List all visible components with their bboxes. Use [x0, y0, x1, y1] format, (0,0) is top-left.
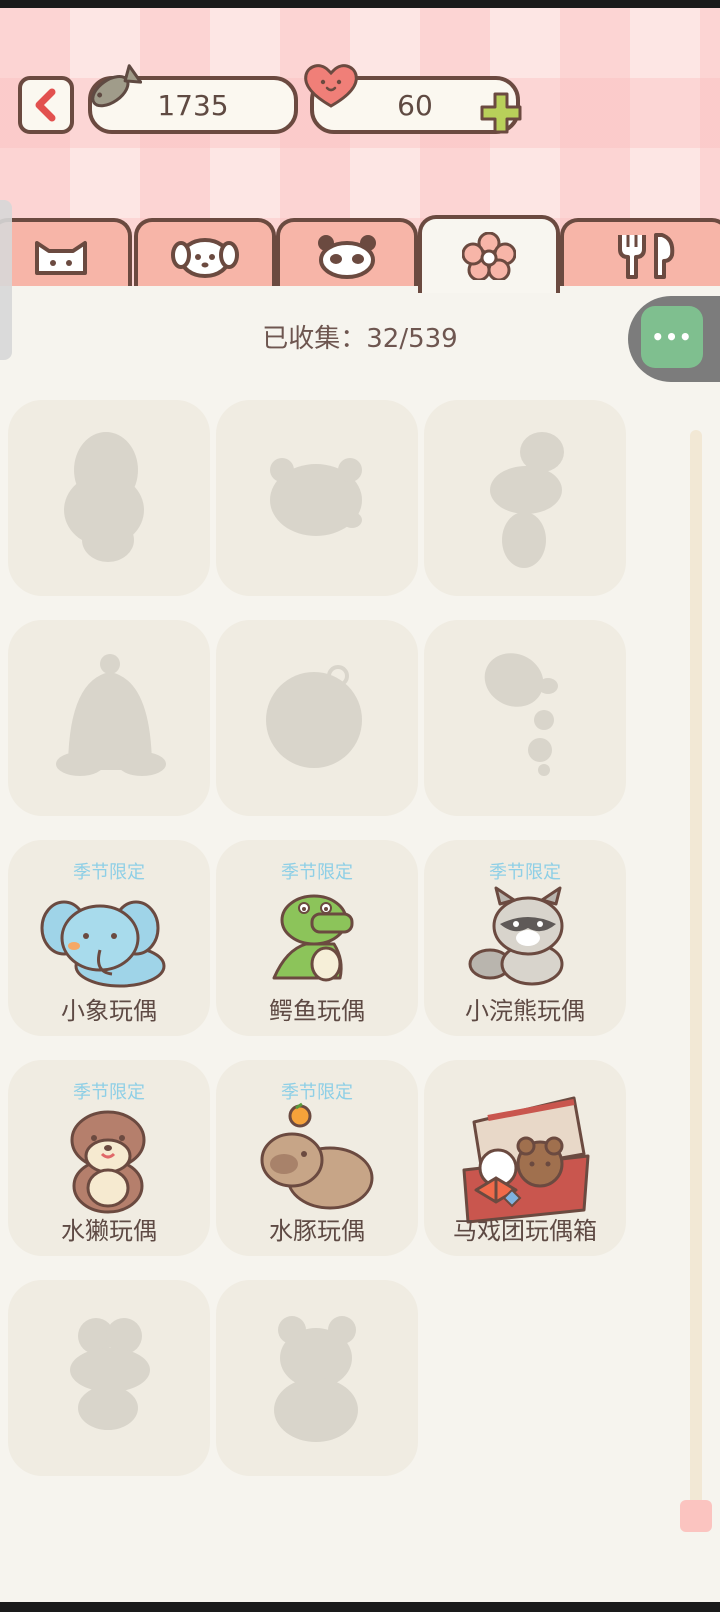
dog-face-icon — [171, 238, 239, 278]
locked-silhouette-icon — [266, 665, 362, 768]
heart-count: 60 — [397, 88, 433, 122]
scrollbar-track[interactable] — [690, 430, 702, 1530]
item-card-locked[interactable] — [8, 620, 210, 816]
chevron-left-icon — [35, 88, 56, 122]
panda-face-icon — [318, 235, 376, 279]
item-name: 小浣熊玩偶 — [465, 997, 585, 1025]
locked-silhouette-icon — [274, 1316, 358, 1442]
item-card-locked[interactable] — [424, 620, 626, 816]
item-card-locked[interactable] — [8, 400, 210, 596]
locked-silhouette-icon — [64, 432, 144, 562]
item-card-locked[interactable] — [216, 620, 418, 816]
item-card-circus-box[interactable]: 马戏团玩偶箱 — [424, 1060, 626, 1256]
collected-count: 已收集：32/539 — [262, 324, 458, 354]
item-name: 马戏团玩偶箱 — [453, 1217, 597, 1245]
item-card-otter[interactable]: 季节限定 水獭玩偶 — [8, 1060, 210, 1256]
status-bar — [0, 0, 720, 8]
item-card-locked[interactable] — [424, 400, 626, 596]
add-hearts-button[interactable] — [478, 90, 524, 136]
fish-count: 1735 — [157, 88, 229, 122]
locked-silhouette-icon — [56, 654, 166, 776]
locked-silhouette-icon — [490, 432, 564, 568]
heart-icon — [304, 64, 358, 108]
navigation-bar — [0, 1602, 720, 1612]
item-name: 小象玩偶 — [61, 997, 157, 1025]
locked-silhouette-icon — [70, 1318, 150, 1430]
item-card-raccoon[interactable]: 季节限定 小浣熊玩偶 — [424, 840, 626, 1036]
cat-face-icon — [35, 241, 87, 275]
fish-icon — [91, 64, 142, 108]
item-card-locked[interactable] — [216, 400, 418, 596]
item-card-locked[interactable] — [8, 1280, 210, 1476]
item-card-crocodile[interactable]: 季节限定 鳄鱼玩偶 — [216, 840, 418, 1036]
item-card-elephant[interactable]: 季节限定 小象玩偶 — [8, 840, 210, 1036]
item-name: 水豚玩偶 — [269, 1217, 365, 1245]
flower-icon — [462, 232, 516, 280]
item-card-capybara[interactable]: 季节限定 水豚玩偶 — [216, 1060, 418, 1256]
ellipsis-icon: ••• — [651, 325, 693, 349]
tab-toys[interactable] — [418, 215, 560, 293]
item-card-locked[interactable] — [216, 1280, 418, 1476]
fork-spoon-icon — [618, 233, 675, 279]
scrollbar-thumb[interactable] — [680, 1500, 712, 1532]
side-drawer-handle[interactable] — [0, 200, 12, 360]
tab-pandas[interactable] — [276, 218, 418, 290]
tab-dogs[interactable] — [134, 218, 276, 290]
back-button[interactable] — [18, 76, 74, 134]
tab-food[interactable] — [560, 218, 720, 290]
item-name: 鳄鱼玩偶 — [269, 997, 365, 1025]
tab-cats[interactable] — [0, 218, 132, 290]
tab-strip-divider — [0, 286, 720, 290]
more-options-button[interactable]: ••• — [641, 306, 703, 368]
locked-silhouette-icon — [484, 653, 558, 776]
locked-silhouette-icon — [270, 458, 362, 536]
item-name: 水獭玩偶 — [61, 1217, 157, 1245]
